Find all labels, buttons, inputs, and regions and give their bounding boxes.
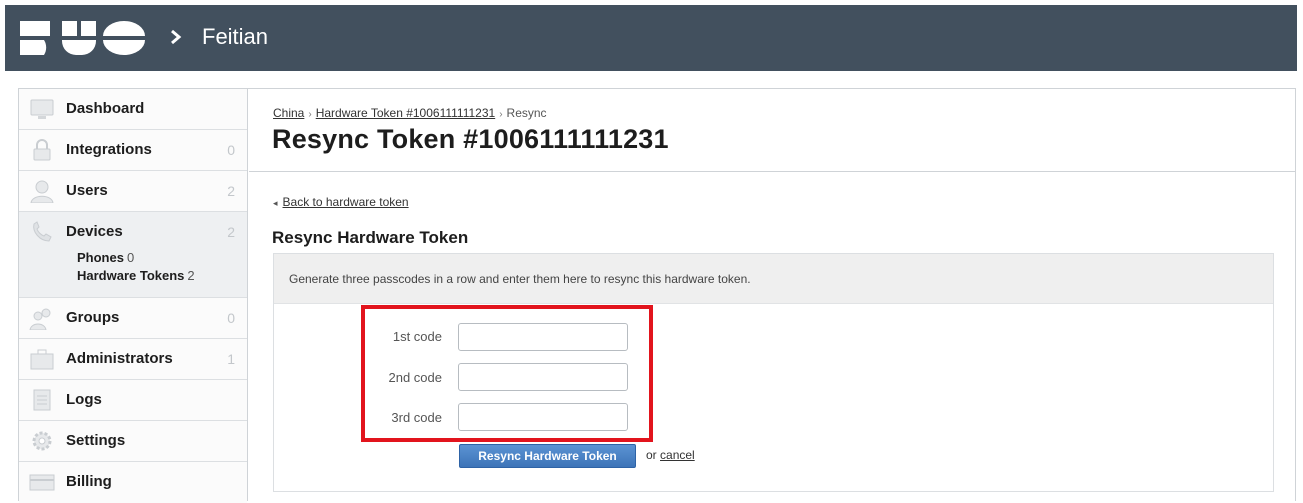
phone-icon bbox=[33, 221, 52, 242]
cancel-link[interactable]: cancel bbox=[660, 448, 695, 462]
briefcase-icon bbox=[30, 349, 54, 370]
subitem-label: Hardware Tokens bbox=[77, 268, 185, 283]
back-link-row: ◂ Back to hardware token bbox=[273, 195, 409, 209]
sidebar-item-users[interactable]: Users 2 bbox=[19, 171, 247, 212]
divider bbox=[249, 171, 1296, 172]
or-cancel: or cancel bbox=[646, 448, 695, 462]
sidebar-item-label: Devices bbox=[66, 223, 123, 240]
sidebar-item-groups[interactable]: Groups 0 bbox=[19, 298, 247, 339]
log-icon bbox=[33, 389, 51, 411]
breadcrumb-current: Resync bbox=[506, 106, 547, 120]
caret-left-icon: ◂ bbox=[273, 198, 278, 208]
page-title: Resync Token #1006111111231 bbox=[272, 124, 669, 154]
sidebar-item-count: 2 bbox=[227, 224, 235, 240]
sidebar-subitem-hardware-tokens[interactable]: Hardware Tokens 2 bbox=[77, 268, 195, 283]
sidebar-item-count: 1 bbox=[227, 351, 235, 367]
lock-icon bbox=[33, 139, 51, 161]
top-header: Feitian bbox=[5, 5, 1297, 71]
sidebar-item-count: 0 bbox=[227, 142, 235, 158]
or-text: or bbox=[646, 448, 657, 462]
subitem-count: 0 bbox=[126, 250, 135, 265]
monitor-icon bbox=[30, 99, 54, 119]
breadcrumb-link-china[interactable]: China bbox=[273, 106, 304, 120]
breadcrumb-separator-icon: › bbox=[308, 109, 312, 120]
sidebar-item-count: 0 bbox=[227, 310, 235, 326]
panel-header: Generate three passcodes in a row and en… bbox=[274, 254, 1273, 304]
sidebar-item-label: Dashboard bbox=[66, 100, 145, 117]
sidebar-item-label: Billing bbox=[66, 473, 112, 490]
sidebar-item-label: Groups bbox=[66, 309, 120, 326]
duo-logo[interactable] bbox=[20, 21, 145, 55]
subitem-count: 2 bbox=[187, 268, 195, 283]
sidebar-item-settings[interactable]: Settings bbox=[19, 421, 247, 462]
sidebar-item-label: Integrations bbox=[66, 141, 152, 158]
back-to-hardware-token-link[interactable]: Back to hardware token bbox=[283, 195, 409, 209]
sidebar-item-count: 2 bbox=[227, 183, 235, 199]
sidebar-subitem-phones[interactable]: Phones 0 bbox=[77, 250, 134, 265]
billing-icon bbox=[29, 474, 55, 491]
chevron-right-icon bbox=[171, 29, 182, 45]
sidebar-item-label: Users bbox=[66, 182, 108, 199]
org-name[interactable]: Feitian bbox=[202, 22, 268, 52]
highlight-annotation bbox=[361, 305, 653, 442]
sidebar-item-dashboard[interactable]: Dashboard bbox=[19, 89, 247, 130]
breadcrumb-link-hardware-token[interactable]: Hardware Token #1006111111231 bbox=[316, 106, 495, 120]
sidebar-item-label: Administrators bbox=[66, 350, 173, 367]
resync-hardware-token-button[interactable]: Resync Hardware Token bbox=[459, 444, 636, 468]
instructions-text: Generate three passcodes in a row and en… bbox=[289, 272, 751, 286]
breadcrumb-separator-icon: › bbox=[499, 109, 503, 120]
sidebar-item-integrations[interactable]: Integrations 0 bbox=[19, 130, 247, 171]
subitem-label: Phones bbox=[77, 250, 124, 265]
sidebar-item-billing[interactable]: Billing bbox=[19, 462, 247, 503]
section-title: Resync Hardware Token bbox=[272, 228, 469, 247]
user-icon bbox=[30, 180, 54, 203]
sidebar-item-label: Settings bbox=[66, 432, 126, 449]
gear-icon bbox=[32, 431, 52, 451]
sidebar-item-label: Logs bbox=[66, 391, 102, 408]
sidebar-item-administrators[interactable]: Administrators 1 bbox=[19, 339, 247, 380]
breadcrumb: China › Hardware Token #1006111111231 › Resy… bbox=[273, 106, 547, 120]
group-icon bbox=[29, 308, 51, 330]
sidebar-item-logs[interactable]: Logs bbox=[19, 380, 247, 421]
sidebar: Dashboard Integrations 0 Users 2 Devices… bbox=[19, 89, 248, 503]
sidebar-item-devices[interactable]: Devices 2 Phones 0 Hardware Tokens 2 bbox=[19, 212, 247, 298]
